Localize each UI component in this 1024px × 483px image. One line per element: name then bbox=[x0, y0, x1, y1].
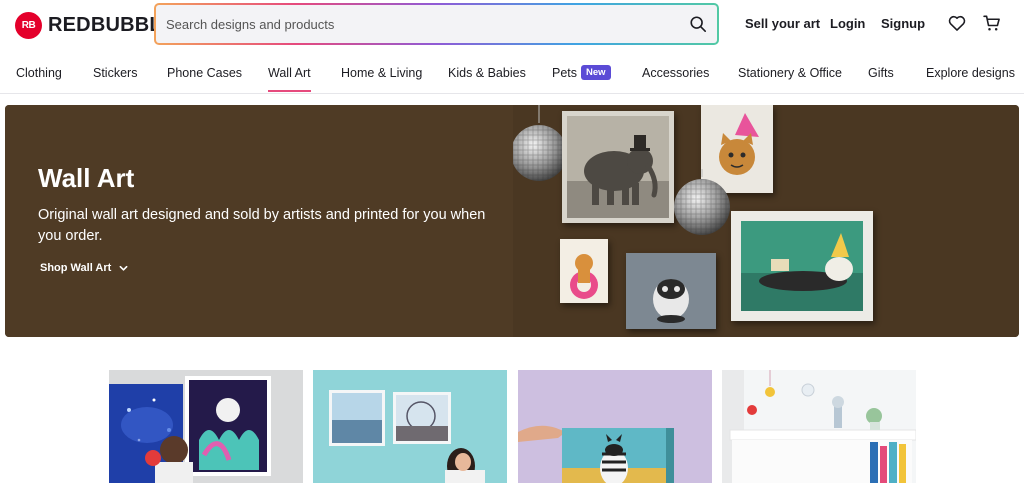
sell-your-art-link[interactable]: Sell your art bbox=[745, 16, 820, 31]
disco-ball-small-image bbox=[674, 169, 730, 235]
posters-image bbox=[109, 370, 303, 483]
nav-item-gifts[interactable]: Gifts bbox=[868, 66, 894, 80]
otter-party-print bbox=[731, 211, 873, 321]
header: RB REDBUBBLE Sell your art Login Signup bbox=[0, 0, 1024, 50]
nav-item-accessories[interactable]: Accessories bbox=[642, 66, 709, 80]
tile-photographic-prints[interactable] bbox=[313, 370, 507, 483]
new-badge: New bbox=[581, 65, 611, 80]
nav-item-wall-art[interactable]: Wall Art bbox=[268, 66, 311, 92]
search-bar bbox=[154, 3, 719, 45]
search-icon[interactable] bbox=[689, 15, 707, 33]
category-nav: Clothing Stickers Phone Cases Wall Art H… bbox=[0, 56, 1024, 94]
logo-badge: RB bbox=[15, 12, 42, 39]
nav-item-clothing[interactable]: Clothing bbox=[16, 66, 62, 80]
cat-card-print bbox=[560, 239, 608, 303]
nav-item-phone-cases[interactable]: Phone Cases bbox=[167, 66, 242, 80]
home-decor-image bbox=[722, 370, 916, 483]
cart-icon[interactable] bbox=[982, 13, 1002, 33]
search-input[interactable] bbox=[156, 5, 676, 43]
hero-image-wall-art bbox=[513, 105, 1019, 337]
nav-item-pets[interactable]: Pets bbox=[552, 66, 577, 80]
heart-icon[interactable] bbox=[947, 13, 967, 33]
nav-item-explore-designs[interactable]: Explore designs bbox=[926, 66, 1015, 80]
login-link[interactable]: Login bbox=[830, 16, 865, 31]
raccoon-canvas-print bbox=[626, 253, 716, 329]
logo-badge-text: RB bbox=[21, 20, 36, 31]
hero-subtitle: Original wall art designed and sold by a… bbox=[38, 207, 486, 244]
search-field-container bbox=[156, 5, 717, 43]
hero-title: Wall Art bbox=[38, 163, 135, 193]
nav-item-stickers[interactable]: Stickers bbox=[93, 66, 137, 80]
redbubble-logo[interactable]: RB REDBUBBLE bbox=[15, 12, 175, 39]
signup-link[interactable]: Signup bbox=[881, 16, 925, 31]
nav-item-stationery-office[interactable]: Stationery & Office bbox=[738, 66, 842, 80]
chevron-down-icon bbox=[119, 265, 128, 271]
shop-wall-art-label: Shop Wall Art bbox=[40, 262, 112, 274]
canvas-prints-image bbox=[518, 370, 712, 483]
hero-text-panel: Wall Art Original wall art designed and … bbox=[5, 105, 513, 337]
photographic-prints-image bbox=[313, 370, 507, 483]
elephant-print bbox=[562, 111, 674, 223]
tile-home-decor[interactable] bbox=[722, 370, 916, 483]
nav-item-home-living[interactable]: Home & Living bbox=[341, 66, 422, 80]
hero-banner: Wall Art Original wall art designed and … bbox=[5, 105, 1019, 337]
tile-posters[interactable] bbox=[109, 370, 303, 483]
tile-canvas-prints[interactable] bbox=[518, 370, 712, 483]
nav-item-kids-babies[interactable]: Kids & Babies bbox=[448, 66, 526, 80]
shop-wall-art-button[interactable]: Shop Wall Art bbox=[40, 262, 128, 274]
